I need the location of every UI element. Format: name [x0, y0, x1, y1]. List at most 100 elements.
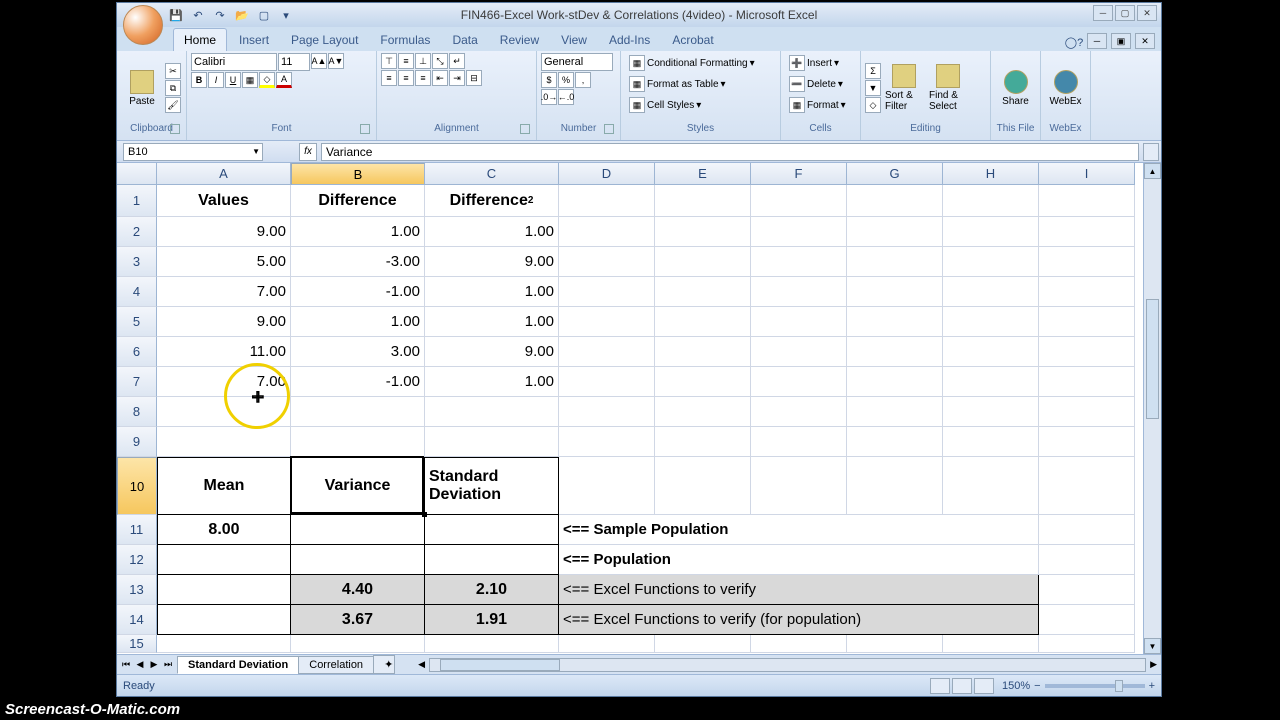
- vertical-scrollbar[interactable]: ▲ ▼: [1143, 163, 1161, 654]
- new-sheet-button[interactable]: ✦: [373, 655, 395, 674]
- decrease-decimal-icon[interactable]: ←.0: [558, 89, 574, 105]
- format-as-table-button[interactable]: ▦Format as Table▾: [625, 74, 730, 94]
- cell-E2[interactable]: [655, 217, 751, 247]
- col-header-F[interactable]: F: [751, 163, 847, 185]
- font-launcher[interactable]: [360, 124, 370, 134]
- cell-A15[interactable]: [157, 635, 291, 653]
- formula-bar[interactable]: Variance: [321, 143, 1139, 161]
- cell-E9[interactable]: [655, 427, 751, 457]
- cut-icon[interactable]: ✂: [165, 63, 181, 79]
- cell-D5[interactable]: [559, 307, 655, 337]
- cell-B13[interactable]: 4.40: [291, 575, 425, 605]
- cell-C15[interactable]: [425, 635, 559, 653]
- cell-D1[interactable]: [559, 185, 655, 217]
- row-header-14[interactable]: 14: [117, 605, 157, 635]
- underline-button[interactable]: U: [225, 72, 241, 88]
- cell-F7[interactable]: [751, 367, 847, 397]
- font-size-select[interactable]: [278, 53, 310, 71]
- cell-D15[interactable]: [559, 635, 655, 653]
- copy-icon[interactable]: ⧉: [165, 80, 181, 96]
- cell-E8[interactable]: [655, 397, 751, 427]
- cell-B3[interactable]: -3.00: [291, 247, 425, 277]
- align-bottom-icon[interactable]: ⊥: [415, 53, 431, 69]
- cell-D14[interactable]: <== Excel Functions to verify (for popul…: [559, 605, 1039, 635]
- decrease-indent-icon[interactable]: ⇤: [432, 70, 448, 86]
- align-right-icon[interactable]: ≡: [415, 70, 431, 86]
- cell-C4[interactable]: 1.00: [425, 277, 559, 307]
- tab-acrobat[interactable]: Acrobat: [662, 29, 723, 51]
- cell-I8[interactable]: [1039, 397, 1135, 427]
- cell-C10[interactable]: Standard Deviation: [425, 457, 559, 515]
- sheet-tab-correlation[interactable]: Correlation: [298, 656, 374, 674]
- cell-H7[interactable]: [943, 367, 1039, 397]
- cell-A10[interactable]: Mean: [157, 457, 291, 515]
- row-header-11[interactable]: 11: [117, 515, 157, 545]
- cell-C2[interactable]: 1.00: [425, 217, 559, 247]
- percent-icon[interactable]: %: [558, 72, 574, 88]
- cell-D13[interactable]: <== Excel Functions to verify: [559, 575, 1039, 605]
- fill-icon[interactable]: ▼: [865, 80, 881, 96]
- cell-C8[interactable]: [425, 397, 559, 427]
- cell-I10[interactable]: [1039, 457, 1135, 515]
- cell-B8[interactable]: [291, 397, 425, 427]
- col-header-H[interactable]: H: [943, 163, 1039, 185]
- alignment-launcher[interactable]: [520, 124, 530, 134]
- cell-I1[interactable]: [1039, 185, 1135, 217]
- comma-icon[interactable]: ,: [575, 72, 591, 88]
- cell-I3[interactable]: [1039, 247, 1135, 277]
- help-icon[interactable]: ◯?: [1065, 33, 1083, 51]
- cell-I12[interactable]: [1039, 545, 1135, 575]
- cell-F4[interactable]: [751, 277, 847, 307]
- cell-H15[interactable]: [943, 635, 1039, 653]
- border-icon[interactable]: ▦: [242, 72, 258, 88]
- number-launcher[interactable]: [604, 124, 614, 134]
- row-header-4[interactable]: 4: [117, 277, 157, 307]
- cell-H2[interactable]: [943, 217, 1039, 247]
- cell-I2[interactable]: [1039, 217, 1135, 247]
- align-left-icon[interactable]: ≡: [381, 70, 397, 86]
- grid[interactable]: ABCDEFGHI1ValuesDifferenceDifference229.…: [117, 163, 1143, 654]
- cell-H6[interactable]: [943, 337, 1039, 367]
- cell-G8[interactable]: [847, 397, 943, 427]
- cell-C3[interactable]: 9.00: [425, 247, 559, 277]
- cell-B12[interactable]: [291, 545, 425, 575]
- col-header-D[interactable]: D: [559, 163, 655, 185]
- cell-A3[interactable]: 5.00: [157, 247, 291, 277]
- cell-E4[interactable]: [655, 277, 751, 307]
- font-color-icon[interactable]: A: [276, 72, 292, 88]
- zoom-slider[interactable]: [1045, 684, 1145, 688]
- row-header-1[interactable]: 1: [117, 185, 157, 217]
- tab-review[interactable]: Review: [490, 29, 549, 51]
- cells-format-button[interactable]: ▦Format▾: [785, 95, 850, 115]
- cell-B10[interactable]: Variance: [291, 457, 425, 515]
- cell-D6[interactable]: [559, 337, 655, 367]
- increase-decimal-icon[interactable]: .0→: [541, 89, 557, 105]
- zoom-control[interactable]: 150% − +: [1002, 680, 1155, 692]
- qat-dropdown-icon[interactable]: ▾: [277, 6, 295, 24]
- zoom-in-icon[interactable]: +: [1149, 680, 1155, 692]
- wrap-text-icon[interactable]: ↵: [449, 53, 465, 69]
- maximize-button[interactable]: ▢: [1115, 5, 1135, 21]
- bold-button[interactable]: B: [191, 72, 207, 88]
- row-header-2[interactable]: 2: [117, 217, 157, 247]
- cell-B2[interactable]: 1.00: [291, 217, 425, 247]
- cell-F3[interactable]: [751, 247, 847, 277]
- cells-delete-button[interactable]: ➖Delete▾: [785, 74, 847, 94]
- cell-D10[interactable]: [559, 457, 655, 515]
- row-header-8[interactable]: 8: [117, 397, 157, 427]
- cell-C5[interactable]: 1.00: [425, 307, 559, 337]
- align-center-icon[interactable]: ≡: [398, 70, 414, 86]
- clipboard-launcher[interactable]: [170, 124, 180, 134]
- col-header-I[interactable]: I: [1039, 163, 1135, 185]
- cell-C14[interactable]: 1.91: [425, 605, 559, 635]
- cell-A5[interactable]: 9.00: [157, 307, 291, 337]
- row-header-15[interactable]: 15: [117, 635, 157, 653]
- cell-A14[interactable]: [157, 605, 291, 635]
- col-header-C[interactable]: C: [425, 163, 559, 185]
- cell-C9[interactable]: [425, 427, 559, 457]
- cell-B5[interactable]: 1.00: [291, 307, 425, 337]
- align-top-icon[interactable]: ⊤: [381, 53, 397, 69]
- find-select-button[interactable]: Find & Select: [927, 62, 969, 114]
- cell-styles-button[interactable]: ▦Cell Styles▾: [625, 95, 705, 115]
- doc-close-button[interactable]: ✕: [1135, 33, 1155, 49]
